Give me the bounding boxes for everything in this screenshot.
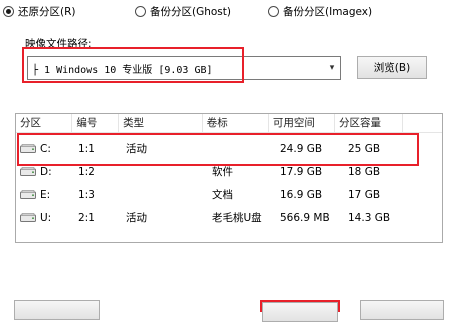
capacity-cell: 17 GB bbox=[348, 188, 381, 201]
free-cell: 17.9 GB bbox=[280, 165, 323, 178]
browse-button-label: 浏览(B) bbox=[373, 62, 411, 74]
table-row[interactable]: U: 2:1 活动 老毛桃U盘 566.9 MB 14.3 GB bbox=[16, 206, 442, 229]
bottom-right-button[interactable] bbox=[360, 300, 444, 320]
number-cell: 1:1 bbox=[78, 142, 95, 155]
radio-backup-ghost[interactable]: 备份分区(Ghost) bbox=[135, 4, 231, 19]
drive-icon bbox=[20, 144, 36, 153]
drive-letter: C: bbox=[40, 142, 51, 155]
label-cell: 老毛桃U盘 bbox=[212, 212, 262, 224]
drive-cell: U: bbox=[16, 212, 74, 224]
drive-cell: C: bbox=[16, 143, 74, 155]
label-cell: 文档 bbox=[212, 189, 233, 201]
type-cell: 活动 bbox=[126, 143, 147, 155]
chevron-down-icon[interactable]: ▾ bbox=[324, 63, 340, 73]
radio-backup-ghost-label: 备份分区(Ghost) bbox=[150, 6, 231, 18]
radio-restore-dot[interactable] bbox=[3, 6, 14, 17]
drive-icon bbox=[20, 167, 36, 176]
table-row[interactable]: C: 1:1 活动 24.9 GB 25 GB bbox=[16, 137, 442, 160]
free-cell: 24.9 GB bbox=[280, 142, 323, 155]
col-number[interactable]: 编号 bbox=[72, 114, 120, 132]
image-select-value: ├ 1 Windows 10 专业版 [9.03 GB] bbox=[32, 64, 213, 76]
radio-restore-label: 还原分区(R) bbox=[18, 6, 76, 18]
col-partition[interactable]: 分区 bbox=[16, 114, 73, 132]
bottom-middle-button[interactable] bbox=[262, 302, 338, 322]
table-row[interactable]: E: 1:3 文档 16.9 GB 17 GB bbox=[16, 183, 442, 206]
drive-letter: E: bbox=[40, 188, 51, 201]
capacity-cell: 25 GB bbox=[348, 142, 381, 155]
browse-button[interactable]: 浏览(B) bbox=[357, 56, 427, 79]
col-spacer bbox=[403, 114, 442, 132]
usb-drive-icon bbox=[20, 213, 36, 222]
free-cell: 16.9 GB bbox=[280, 188, 323, 201]
table-header: 分区 编号 类型 卷标 可用空间 分区容量 bbox=[16, 114, 442, 133]
number-cell: 1:2 bbox=[78, 165, 95, 178]
drive-letter: U: bbox=[40, 211, 52, 224]
col-volume-label[interactable]: 卷标 bbox=[203, 114, 269, 132]
drive-icon bbox=[20, 190, 36, 199]
drive-letter: D: bbox=[40, 165, 52, 178]
radio-backup-imagex[interactable]: 备份分区(Imagex) bbox=[268, 4, 372, 19]
col-capacity[interactable]: 分区容量 bbox=[335, 114, 404, 132]
table-row[interactable]: D: 1:2 软件 17.9 GB 18 GB bbox=[16, 160, 442, 183]
image-select[interactable]: ├ 1 Windows 10 专业版 [9.03 GB] ▾ bbox=[27, 56, 341, 80]
capacity-cell: 14.3 GB bbox=[348, 211, 391, 224]
radio-restore[interactable]: 还原分区(R) bbox=[3, 4, 76, 19]
col-type[interactable]: 类型 bbox=[119, 114, 203, 132]
radio-backup-imagex-label: 备份分区(Imagex) bbox=[283, 6, 373, 18]
type-cell: 活动 bbox=[126, 212, 147, 224]
drive-cell: E: bbox=[16, 189, 74, 201]
number-cell: 1:3 bbox=[78, 188, 95, 201]
free-cell: 566.9 MB bbox=[280, 211, 330, 224]
drive-cell: D: bbox=[16, 166, 74, 178]
image-path-label: 映像文件路径: bbox=[25, 38, 92, 50]
partition-table[interactable]: 分区 编号 类型 卷标 可用空间 分区容量 C: 1:1 活动 24.9 GB … bbox=[15, 113, 443, 243]
radio-backup-ghost-dot[interactable] bbox=[135, 6, 146, 17]
label-cell: 软件 bbox=[212, 166, 233, 178]
col-free-space[interactable]: 可用空间 bbox=[269, 114, 335, 132]
number-cell: 2:1 bbox=[78, 211, 95, 224]
bottom-left-button[interactable] bbox=[14, 300, 100, 320]
capacity-cell: 18 GB bbox=[348, 165, 381, 178]
radio-backup-imagex-dot[interactable] bbox=[268, 6, 279, 17]
